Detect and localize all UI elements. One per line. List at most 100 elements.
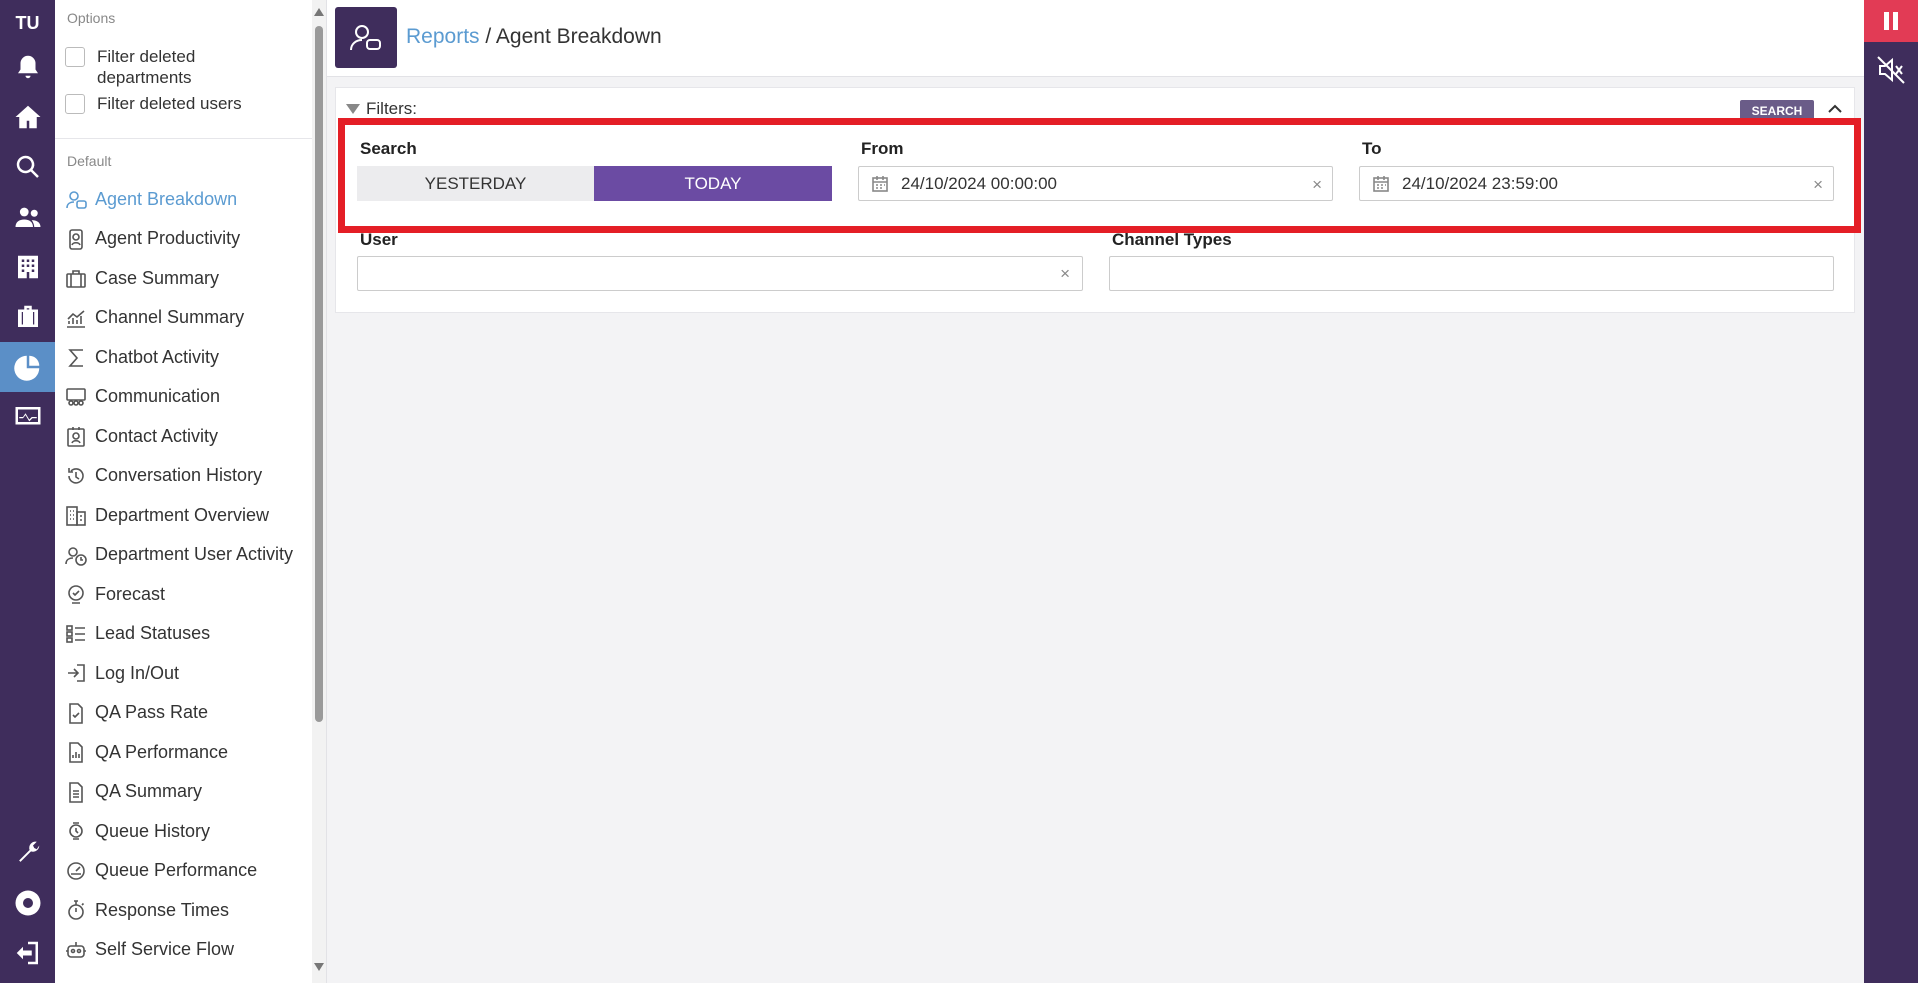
lifebuoy-icon[interactable]: [0, 878, 55, 928]
report-icon-tile: [335, 7, 397, 68]
page-header: Reports / Agent Breakdown: [327, 0, 1864, 77]
gauge-icon: [67, 861, 85, 880]
menu-item-label: Queue Performance: [95, 860, 258, 880]
menu-item-channel-summary[interactable]: Channel Summary: [65, 303, 244, 333]
briefcase-icon: [66, 270, 86, 288]
user-clock-icon: [65, 546, 87, 566]
menu-item-label: Department User Activity: [95, 544, 294, 564]
list-icon: [66, 624, 85, 643]
filters-title: Filters:: [346, 99, 417, 119]
sigma-icon: [68, 349, 83, 367]
checkbox[interactable]: [65, 94, 85, 114]
menu-item-queue-performance[interactable]: Queue Performance: [65, 856, 257, 886]
checkbox[interactable]: [65, 47, 85, 67]
menu-item-qa-summary[interactable]: QA Summary: [65, 777, 202, 807]
menu-item-case-summary[interactable]: Case Summary: [65, 263, 219, 293]
wrench-icon[interactable]: [0, 828, 55, 878]
group-icon: [66, 387, 86, 406]
menu-item-log-in-out[interactable]: Log In/Out: [65, 658, 179, 688]
menu-item-response-times[interactable]: Response Times: [65, 895, 229, 925]
doc-chart-icon: [69, 742, 83, 763]
clear-user-icon[interactable]: ×: [1060, 264, 1070, 284]
pie-chart-icon[interactable]: [0, 342, 55, 392]
scroll-down-arrow[interactable]: [314, 963, 324, 971]
scroll-thumb[interactable]: [315, 26, 323, 722]
menu-item-label: Department Overview: [95, 504, 270, 525]
user-select[interactable]: ×: [357, 256, 1083, 291]
menu-item-agent-breakdown[interactable]: Agent Breakdown: [65, 184, 237, 214]
menu-item-chatbot-activity[interactable]: Chatbot Activity: [65, 342, 219, 372]
robot-icon: [66, 941, 86, 958]
pause-icon[interactable]: [1864, 0, 1918, 42]
menu-item-label: Chatbot Activity: [95, 346, 220, 367]
menu-item-label: Forecast: [95, 583, 166, 604]
filters-title-text: Filters:: [366, 99, 417, 118]
chevron-up-icon[interactable]: [1826, 100, 1844, 118]
contact-icon: [67, 427, 85, 447]
briefcase-icon[interactable]: [0, 292, 55, 342]
menu-item-qa-pass-rate[interactable]: QA Pass Rate: [65, 698, 208, 728]
option-filter-deleted-departments[interactable]: Filter deleted departments: [65, 46, 285, 88]
search-icon[interactable]: [0, 142, 55, 192]
building-icon: [66, 506, 86, 526]
logout-icon[interactable]: [0, 928, 55, 978]
menu-item-lead-statuses[interactable]: Lead Statuses: [65, 619, 210, 649]
users-icon[interactable]: [0, 192, 55, 242]
right-rail: [1864, 0, 1918, 983]
option-filter-deleted-users[interactable]: Filter deleted users: [65, 93, 242, 114]
badge-icon: [69, 228, 83, 250]
menu-item-label: Self Service Flow: [95, 939, 235, 959]
menu-item-label: Agent Productivity: [95, 228, 241, 248]
channel-types-label: Channel Types: [1112, 230, 1232, 249]
stopwatch-icon: [68, 900, 85, 920]
channel-types-select[interactable]: [1109, 256, 1834, 291]
menu-item-agent-productivity[interactable]: Agent Productivity: [65, 224, 240, 254]
menu-item-label: Channel Summary: [95, 307, 245, 327]
watch-icon: [69, 822, 83, 840]
breadcrumb-separator: /: [485, 25, 492, 48]
menu-item-conversation-history[interactable]: Conversation History: [65, 461, 262, 491]
menu-item-contact-activity[interactable]: Contact Activity: [65, 421, 218, 451]
mute-icon[interactable]: [1864, 54, 1918, 86]
user-label: User: [360, 230, 398, 249]
breadcrumb: Reports / Agent Breakdown: [406, 25, 662, 49]
page-title: Agent Breakdown: [495, 25, 662, 48]
menu-item-label: QA Performance: [95, 741, 229, 762]
scroll-up-arrow[interactable]: [314, 8, 324, 16]
divider: [55, 138, 312, 139]
brand-initials[interactable]: TU: [0, 0, 55, 46]
user-chat-icon: [66, 191, 87, 209]
menu-item-self-service-flow[interactable]: Self Service Flow: [65, 935, 234, 965]
home-icon[interactable]: [0, 92, 55, 142]
building-icon[interactable]: [0, 242, 55, 292]
login-icon: [68, 664, 85, 682]
option-label: Filter deleted departments: [97, 47, 196, 87]
menu-scrollbar[interactable]: [312, 0, 326, 983]
chart-icon: [67, 309, 85, 328]
monitor-icon[interactable]: [0, 392, 55, 442]
menu-item-label: Lead Statuses: [95, 623, 211, 643]
menu-item-label: Queue History: [95, 820, 211, 841]
menu-item-communication[interactable]: Communication: [65, 382, 220, 412]
menu-item-qa-performance[interactable]: QA Performance: [65, 737, 228, 767]
menu-item-forecast[interactable]: Forecast: [65, 579, 165, 609]
bell-icon[interactable]: [0, 42, 55, 92]
menu-item-label: Communication: [95, 386, 221, 406]
doc-check-icon: [69, 702, 83, 724]
options-label: Options: [67, 10, 116, 26]
doc-list-icon: [69, 781, 83, 803]
default-label: Default: [67, 153, 112, 169]
forecast-icon: [68, 585, 84, 604]
user-chat-icon: [350, 24, 381, 50]
menu-item-label: Contact Activity: [95, 425, 219, 446]
menu-item-department-overview[interactable]: Department Overview: [65, 500, 269, 530]
menu-item-label: Conversation History: [95, 465, 263, 485]
menu-item-label: Log In/Out: [95, 662, 180, 683]
menu-item-queue-history[interactable]: Queue History: [65, 816, 210, 846]
funnel-icon: [346, 104, 360, 114]
breadcrumb-reports-link[interactable]: Reports: [406, 25, 480, 48]
menu-item-department-user-activity[interactable]: Department User Activity: [65, 540, 293, 570]
report-menu: Options Filter deleted departments Filte…: [55, 0, 327, 983]
menu-item-label: Case Summary: [95, 267, 220, 288]
option-label: Filter deleted users: [97, 94, 242, 113]
